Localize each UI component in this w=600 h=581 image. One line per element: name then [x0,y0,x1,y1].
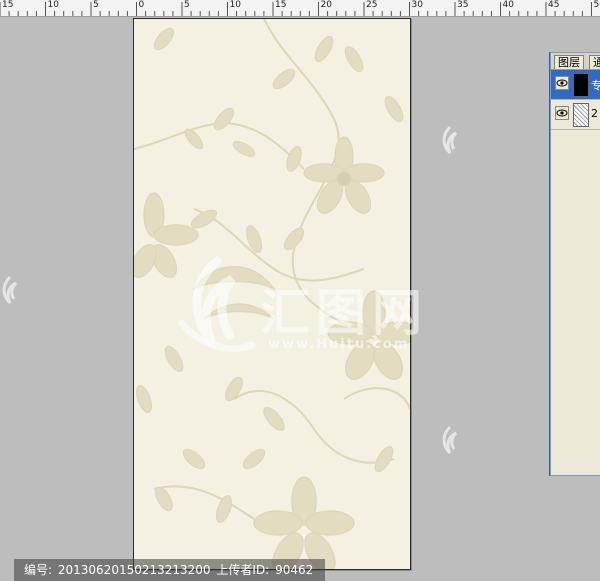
watermark-ghost-icon [438,425,460,455]
ruler-label: 25 [366,0,377,10]
watermark-ghost-icon [0,275,20,305]
ruler-label: 30 [412,0,423,10]
horizontal-ruler: 1510505101520253035404550 [0,0,600,17]
ruler-label: 5 [184,0,190,10]
ruler-label: 45 [548,0,559,10]
eye-icon[interactable] [555,106,569,120]
uploader-label: 上传者ID: [216,563,269,577]
tab-channels[interactable]: 通 [589,55,600,69]
ruler-label: 35 [457,0,468,10]
layer-thumbnail [573,73,589,97]
ruler-label: 15 [275,0,286,10]
floral-pattern [134,19,410,569]
ruler-label: 0 [139,0,145,10]
layer-thumbnail [573,103,589,127]
layer-row-active[interactable]: 专 [551,70,600,100]
ruler-label: 10 [230,0,241,10]
image-info-bar: 编号: 20130620150213213200 上传者ID: 90462 [14,559,325,581]
ruler-label: 50 [594,0,600,10]
layers-palette[interactable]: 图层 通 专 2 [550,52,600,476]
ruler-label: 40 [503,0,514,10]
ruler-label: 15 [2,0,13,10]
id-label: 编号: [24,563,52,577]
id-value: 20130620150213213200 [58,563,211,577]
layer-name: 2 [591,107,598,120]
tab-layers[interactable]: 图层 [554,55,584,69]
layer-name: 专 [591,77,600,93]
document-canvas[interactable] [133,18,411,570]
eye-icon[interactable] [555,76,569,90]
uploader-value: 90462 [275,563,313,577]
watermark-ghost-icon [438,125,460,155]
ruler-label: 10 [48,0,59,10]
ruler-label: 5 [93,0,99,10]
ruler-label: 20 [321,0,332,10]
layers-tab-row: 图层 通 [551,53,600,70]
canvas-workspace[interactable]: 汇图网 www.Huitu.com 图层 通 专 2 [0,17,600,580]
layer-row[interactable]: 2 [551,100,600,130]
